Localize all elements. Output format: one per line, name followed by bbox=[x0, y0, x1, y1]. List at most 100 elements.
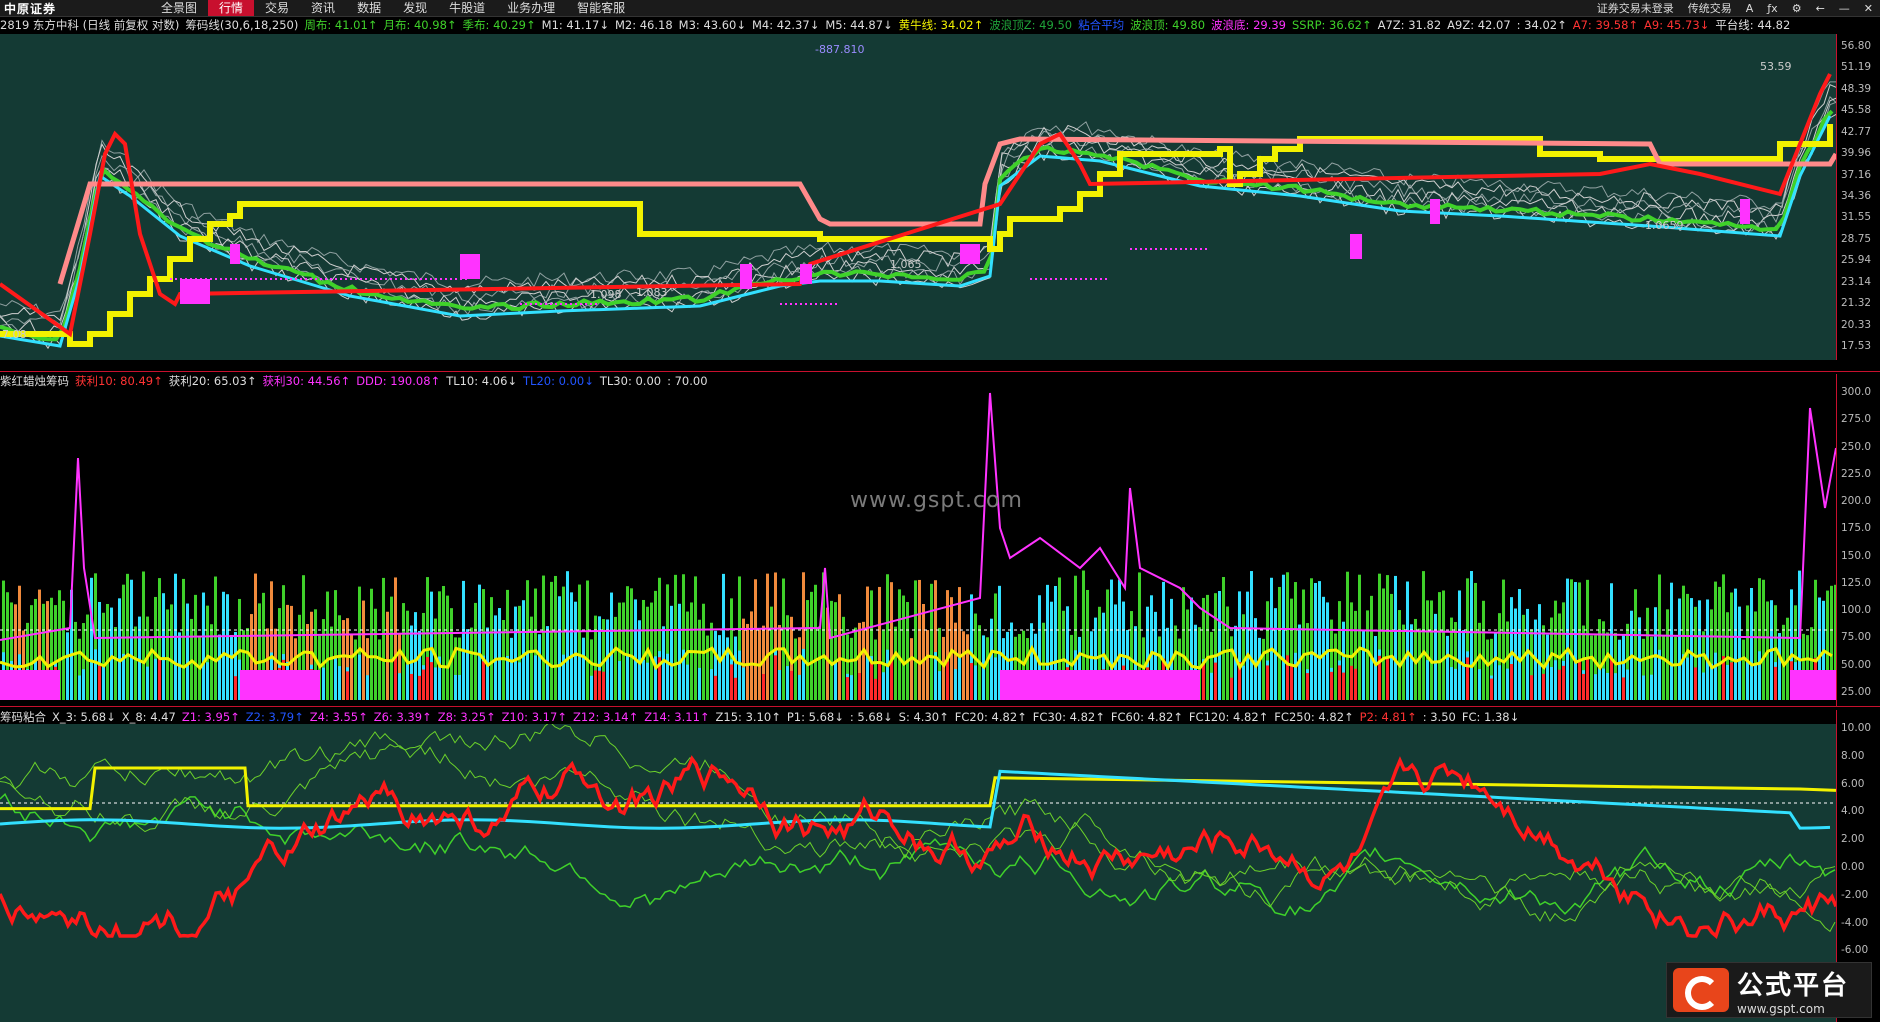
mid-bar bbox=[926, 630, 929, 700]
main-price-chart[interactable]: -887.810 7.08 53.59 1.098 1.083 1.065 1.0659 bbox=[0, 34, 1836, 360]
mid-bar bbox=[1246, 591, 1249, 700]
mid-bar bbox=[674, 574, 677, 700]
chip-cohesion-chart[interactable] bbox=[0, 724, 1836, 1022]
mid-bar bbox=[626, 654, 629, 700]
mid-bar bbox=[1430, 600, 1433, 700]
mid-bar bbox=[1490, 678, 1493, 700]
main-info-item: : 34.02↑ bbox=[1516, 18, 1567, 32]
main-annotation: 1.065 bbox=[890, 258, 922, 271]
bot-info-item: X_8: 4.47 bbox=[121, 710, 176, 724]
menu-item-2[interactable]: 交易 bbox=[254, 0, 300, 16]
mid-bar bbox=[82, 669, 85, 700]
mid-bar bbox=[74, 621, 77, 700]
mid-bar bbox=[1206, 594, 1209, 700]
mid-bar bbox=[130, 651, 133, 700]
mid-bar bbox=[1418, 628, 1421, 700]
bot-info-item: P1: 5.68↓ bbox=[786, 710, 844, 724]
mid-bar bbox=[446, 595, 449, 700]
axis-tick-label: 8.00 bbox=[1841, 749, 1865, 762]
mid-bar bbox=[1498, 665, 1501, 700]
main-info-item: 波浪顶: 49.80 bbox=[1130, 18, 1206, 32]
mid-bar bbox=[158, 657, 161, 700]
formula-icon[interactable]: ƒx bbox=[1760, 2, 1784, 15]
mid-bar bbox=[106, 603, 109, 700]
main-info-item: 波浪底: 29.39 bbox=[1211, 18, 1286, 32]
chip-profit-chart[interactable] bbox=[0, 388, 1836, 706]
mid-bar bbox=[794, 638, 797, 700]
font-size-icon[interactable]: A bbox=[1739, 2, 1761, 15]
mid-bar bbox=[1506, 668, 1509, 700]
mid-bar bbox=[854, 627, 857, 700]
mid-bar bbox=[1610, 659, 1613, 700]
mid-bar bbox=[1410, 669, 1413, 700]
mid-bar bbox=[1442, 590, 1445, 700]
mid-bar bbox=[990, 618, 993, 700]
bot-info-item: : 3.50 bbox=[1422, 710, 1456, 724]
mid-bar bbox=[530, 616, 533, 700]
mid-bar bbox=[1742, 639, 1745, 700]
axis-tick-label: 37.16 bbox=[1841, 168, 1872, 181]
mid-bar bbox=[1690, 598, 1693, 700]
login-status-link[interactable]: 证券交易未登录 bbox=[1590, 0, 1681, 16]
mid-bar bbox=[638, 668, 641, 700]
mid-bar bbox=[430, 662, 433, 700]
menu-item-7[interactable]: 业务办理 bbox=[496, 0, 566, 16]
menu-item-4[interactable]: 数据 bbox=[346, 0, 392, 16]
mid-bar bbox=[1226, 606, 1229, 700]
mid-bar bbox=[602, 671, 605, 700]
mid-bar bbox=[1254, 667, 1257, 700]
main-magenta-bar bbox=[230, 244, 240, 264]
trade-mode-link[interactable]: 传统交易 bbox=[1681, 0, 1739, 16]
mid-bar bbox=[1770, 660, 1773, 700]
menu-item-5[interactable]: 发现 bbox=[392, 0, 438, 16]
mid-bar bbox=[1566, 578, 1569, 700]
menu-item-3[interactable]: 资讯 bbox=[300, 0, 346, 16]
mid-bar bbox=[1638, 666, 1641, 700]
mid-bar bbox=[94, 649, 97, 700]
mid-info-item: TL20: 0.00↓ bbox=[523, 374, 594, 388]
mid-bar bbox=[750, 611, 753, 700]
mid-info-item: TL30: 0.00 bbox=[599, 374, 662, 388]
mid-bar bbox=[1398, 610, 1401, 700]
pane-divider bbox=[0, 706, 1880, 707]
menu-item-6[interactable]: 牛股道 bbox=[438, 0, 496, 16]
mid-bar bbox=[954, 669, 957, 700]
mid-bar bbox=[1754, 664, 1757, 700]
mid-bar bbox=[514, 606, 517, 700]
mid-bar bbox=[866, 654, 869, 700]
mid-bar bbox=[786, 666, 789, 700]
mid-bar bbox=[98, 665, 101, 700]
gear-icon[interactable]: ⚙ bbox=[1785, 2, 1809, 15]
main-chart-svg: -887.810 7.08 53.59 1.098 1.083 1.065 1.0659 bbox=[0, 43, 1836, 350]
mid-bar bbox=[322, 667, 325, 700]
mid-bar bbox=[1718, 586, 1721, 700]
bottom-chart-svg bbox=[0, 724, 1836, 940]
axis-tick-label: 250.0 bbox=[1841, 440, 1872, 453]
mid-bar bbox=[1622, 677, 1625, 700]
close-icon[interactable]: ✕ bbox=[1857, 2, 1880, 15]
main-magenta-bar bbox=[460, 254, 480, 279]
mid-bar bbox=[138, 616, 141, 700]
bot-info-item: X_3: 5.68↓ bbox=[52, 710, 116, 724]
axis-tick-label: 200.0 bbox=[1841, 495, 1872, 508]
mid-bar bbox=[90, 577, 93, 700]
main-ma-line bbox=[0, 95, 1836, 326]
mid-bar bbox=[1674, 636, 1677, 700]
bot-info-item: Z14: 3.11↑ bbox=[644, 710, 710, 724]
main-info-item: 平台线: 44.82 bbox=[1715, 18, 1791, 32]
menu-item-1[interactable]: 行情 bbox=[208, 0, 255, 16]
minimize-icon[interactable]: — bbox=[1832, 2, 1857, 15]
mid-bar bbox=[874, 678, 877, 700]
menu-item-8[interactable]: 智能客服 bbox=[566, 0, 636, 16]
mid-bar bbox=[1330, 671, 1333, 700]
main-info-item: 周布: 41.01↑ bbox=[304, 18, 378, 32]
back-icon[interactable]: ← bbox=[1809, 2, 1832, 15]
mid-bar bbox=[798, 674, 801, 700]
mid-bar bbox=[650, 602, 653, 700]
mid-bar bbox=[766, 573, 769, 700]
menu-item-0[interactable]: 全景图 bbox=[150, 0, 208, 16]
mid-bar bbox=[1698, 600, 1701, 700]
mid-bar bbox=[542, 575, 545, 700]
mid-bar bbox=[1706, 659, 1709, 700]
mid-bar bbox=[894, 626, 897, 700]
